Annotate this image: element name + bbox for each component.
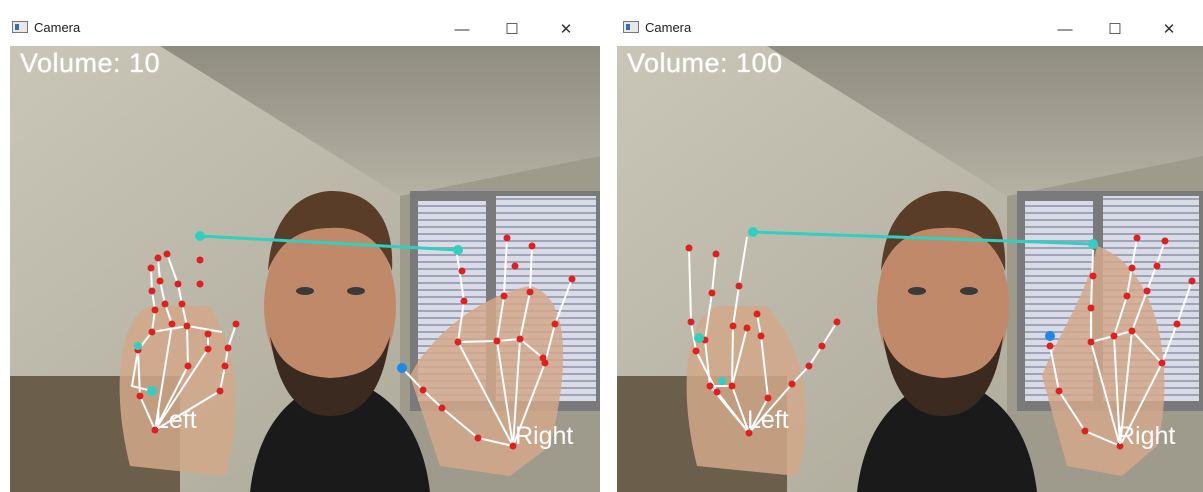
title-bar[interactable]: Camera — ☐ ✕: [0, 0, 600, 46]
minimize-button[interactable]: —: [1043, 14, 1087, 44]
close-button[interactable]: ✕: [544, 14, 588, 44]
right-hand-label: Right: [1117, 422, 1176, 450]
close-button[interactable]: ✕: [1147, 14, 1191, 44]
camera-window-right: Camera — ☐ ✕ Volume: 100 Left Right: [611, 0, 1203, 492]
camera-window-left: Camera — ☐ ✕ Volume: 10 Left Right: [0, 0, 600, 492]
window-title: Camera: [645, 20, 692, 35]
thumb-tip-point: [1045, 331, 1055, 341]
minimize-button[interactable]: —: [440, 14, 484, 44]
volume-readout: Volume: 10: [20, 48, 161, 78]
camera-feed: Volume: 100 Left Right: [617, 46, 1203, 492]
left-hand-label: Left: [155, 406, 197, 434]
volume-readout: Volume: 100: [627, 48, 783, 78]
window-title: Camera: [34, 20, 81, 35]
camera-feed: Volume: 10 Left Right: [10, 46, 600, 492]
maximize-button[interactable]: ☐: [490, 14, 534, 44]
left-hand-label: Left: [747, 406, 789, 434]
camera-app-icon: [623, 21, 639, 33]
webcam-frame-image: [617, 46, 1203, 492]
webcam-frame-image: [10, 46, 600, 492]
maximize-button[interactable]: ☐: [1093, 14, 1137, 44]
right-hand-label: Right: [515, 422, 574, 450]
title-bar[interactable]: Camera — ☐ ✕: [611, 0, 1203, 46]
thumb-tip-point: [397, 363, 407, 373]
camera-app-icon: [12, 21, 28, 33]
